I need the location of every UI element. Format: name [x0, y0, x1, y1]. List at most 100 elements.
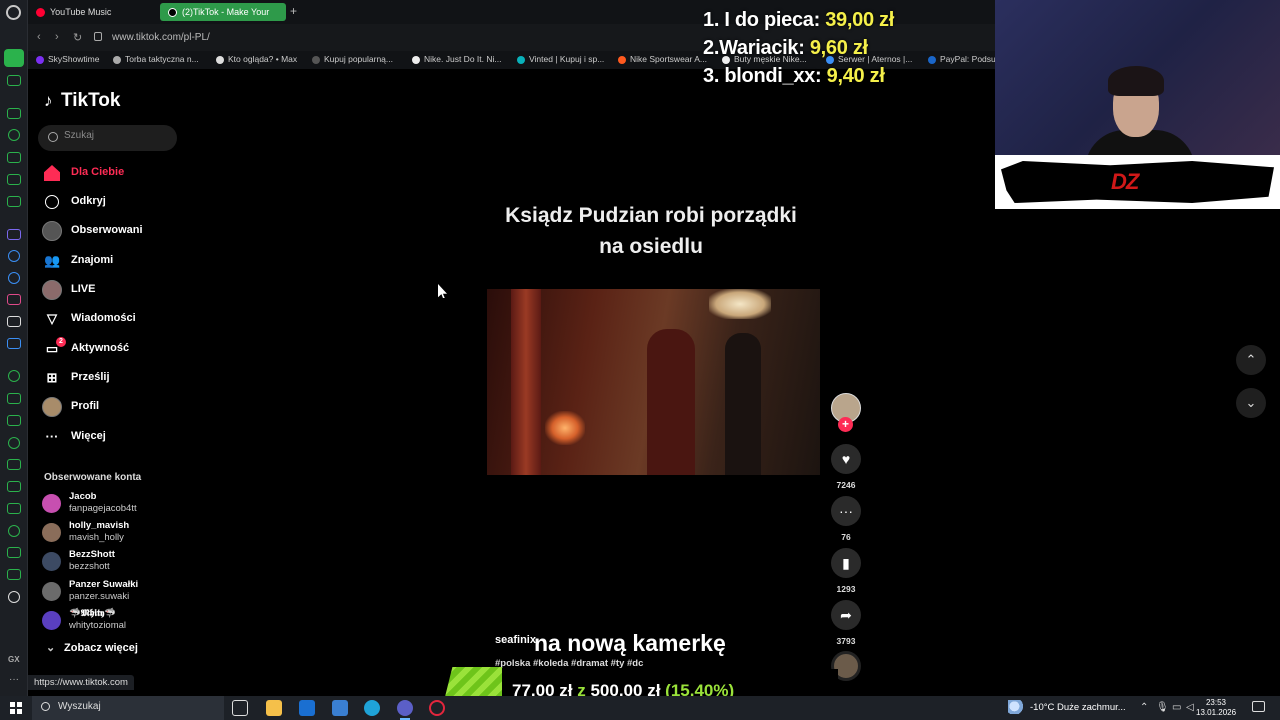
search-box[interactable]: [38, 125, 177, 151]
tiktok-logo[interactable]: ♪ TikTok: [44, 90, 120, 112]
settings-icon[interactable]: [8, 591, 20, 603]
screen: GX ··· YouTube Music (2)TikTok - Make Yo…: [0, 0, 1280, 720]
comment-icon: ···: [839, 503, 853, 519]
follow-plus-icon[interactable]: +: [838, 417, 853, 432]
messenger-icon[interactable]: [8, 250, 20, 262]
refresh-icon[interactable]: [8, 129, 20, 141]
flow-icon[interactable]: [7, 481, 21, 492]
discord-icon[interactable]: [7, 338, 21, 349]
chevron-down-icon: ⌄: [1245, 395, 1257, 410]
telegram-icon[interactable]: [8, 272, 20, 284]
gamepad-icon[interactable]: [7, 75, 21, 86]
more-icon: ···: [45, 429, 59, 444]
more-dots-icon[interactable]: ···: [9, 674, 19, 685]
edge-icon[interactable]: [364, 700, 380, 716]
notification-icon[interactable]: [1252, 701, 1265, 712]
tiktok-icon[interactable]: [7, 316, 21, 327]
video-scene-curtain: [511, 289, 541, 475]
comment-count: 76: [841, 532, 851, 542]
gx-label[interactable]: GX: [8, 655, 20, 664]
next-video-button[interactable]: ⌄: [1236, 388, 1266, 418]
shopping-icon[interactable]: [7, 152, 21, 163]
store-icon[interactable]: [332, 700, 348, 716]
reload-icon[interactable]: ↻: [73, 31, 82, 44]
tiktok-tab-icon: [168, 8, 177, 17]
system-clock[interactable]: 23:53 13.01.2026: [1196, 698, 1236, 718]
music-icon[interactable]: [7, 196, 21, 207]
avatar-icon: [42, 221, 62, 241]
tab-label: YouTube Music: [50, 7, 112, 17]
speed-dial-icon[interactable]: [4, 49, 24, 67]
discord-taskbar-icon[interactable]: [397, 700, 413, 720]
see-more-button[interactable]: ⌄ Zobacz więcej: [46, 641, 138, 654]
bookmark[interactable]: Vinted | Kupuj i sp...: [517, 54, 604, 64]
instagram-icon[interactable]: [7, 294, 21, 305]
new-tab-button[interactable]: +: [290, 4, 297, 18]
previous-video-button[interactable]: ⌃: [1236, 345, 1266, 375]
donation-leader: 2.Wariacik: 9,60 zł: [703, 37, 868, 59]
video-player[interactable]: [487, 289, 820, 475]
bookmark[interactable]: Kupuj popularną...: [312, 54, 393, 64]
player-icon[interactable]: [7, 393, 21, 404]
twitch-icon[interactable]: [7, 229, 21, 240]
status-url: https://www.tiktok.com: [28, 675, 134, 690]
task-view-icon[interactable]: [232, 700, 248, 716]
video-scene-fire: [545, 411, 585, 445]
outlook-icon[interactable]: [299, 700, 315, 716]
like-button[interactable]: ♥: [831, 444, 861, 474]
tab-tiktok[interactable]: (2)TikTok - Make Your: [160, 3, 286, 21]
controller-icon[interactable]: [7, 108, 21, 119]
banner-tag: DZ: [1111, 169, 1139, 194]
save-button[interactable]: ▮: [831, 548, 861, 578]
bookmark[interactable]: PayPal: Podsum: [928, 54, 995, 64]
bookmark[interactable]: SkyShowtime: [36, 54, 100, 64]
bookmark[interactable]: Torba taktyczna n...: [113, 54, 199, 64]
search-input[interactable]: [64, 130, 172, 141]
taskbar-search-input[interactable]: [58, 701, 218, 712]
extensions-icon[interactable]: [7, 415, 21, 426]
upload-icon: ⊞: [46, 370, 58, 385]
forward-icon[interactable]: ›: [55, 31, 59, 43]
video-scene-lamp: [709, 289, 771, 319]
taskbar-search[interactable]: [32, 696, 224, 720]
heart-icon[interactable]: [8, 437, 20, 449]
news-icon[interactable]: [7, 174, 21, 185]
comment-button[interactable]: ···: [831, 496, 861, 526]
weather-icon[interactable]: [1008, 700, 1024, 714]
share-button[interactable]: ➦: [831, 600, 861, 630]
volume-icon[interactable]: ◁: [1186, 702, 1194, 713]
history-icon[interactable]: [8, 525, 20, 537]
spotify-icon[interactable]: [8, 370, 20, 382]
back-icon[interactable]: ‹: [37, 31, 41, 43]
youtube-music-icon: [36, 8, 45, 17]
opera-logo-icon[interactable]: [6, 5, 21, 20]
windows-start-icon[interactable]: [10, 702, 22, 714]
bookmark[interactable]: Kto ogląda? • Max: [216, 54, 297, 64]
video-scene-figure: [725, 333, 761, 475]
wallet-icon[interactable]: [7, 503, 21, 514]
video-title: Ksiądz Pudzian robi porządki na osiedlu: [505, 204, 797, 258]
tab-youtube-music[interactable]: YouTube Music: [28, 3, 156, 21]
video-author[interactable]: seafinix: [495, 634, 536, 646]
microphone-icon[interactable]: 🎙: [1156, 702, 1169, 713]
bookmark[interactable]: Nike Sportswear A...: [618, 54, 707, 64]
pinboard-icon[interactable]: [7, 459, 21, 470]
url-field[interactable]: www.tiktok.com/pl-PL/: [112, 32, 210, 43]
opera-gx-taskbar-icon[interactable]: [429, 700, 445, 716]
share-icon: ➦: [840, 607, 852, 623]
lock-icon[interactable]: [94, 32, 102, 41]
bookmark-favicon-icon: [216, 56, 224, 64]
file-explorer-icon[interactable]: [266, 700, 282, 716]
network-icon[interactable]: ▭: [1172, 702, 1181, 713]
share-count: 3793: [836, 636, 856, 646]
search-icon: [41, 702, 50, 711]
bookmark-icon: ▮: [842, 555, 850, 571]
bookmark-favicon-icon: [36, 56, 44, 64]
weather-text[interactable]: -10°C Duże zachmur...: [1030, 702, 1126, 713]
downloads-icon[interactable]: [7, 547, 21, 558]
bookmark-favicon-icon: [113, 56, 121, 64]
cube-icon[interactable]: [7, 569, 21, 580]
tray-chevron-icon[interactable]: ⌃: [1140, 702, 1148, 713]
webcam-overlay: [995, 0, 1280, 155]
bookmark[interactable]: Nike. Just Do It. Ni...: [412, 54, 501, 64]
